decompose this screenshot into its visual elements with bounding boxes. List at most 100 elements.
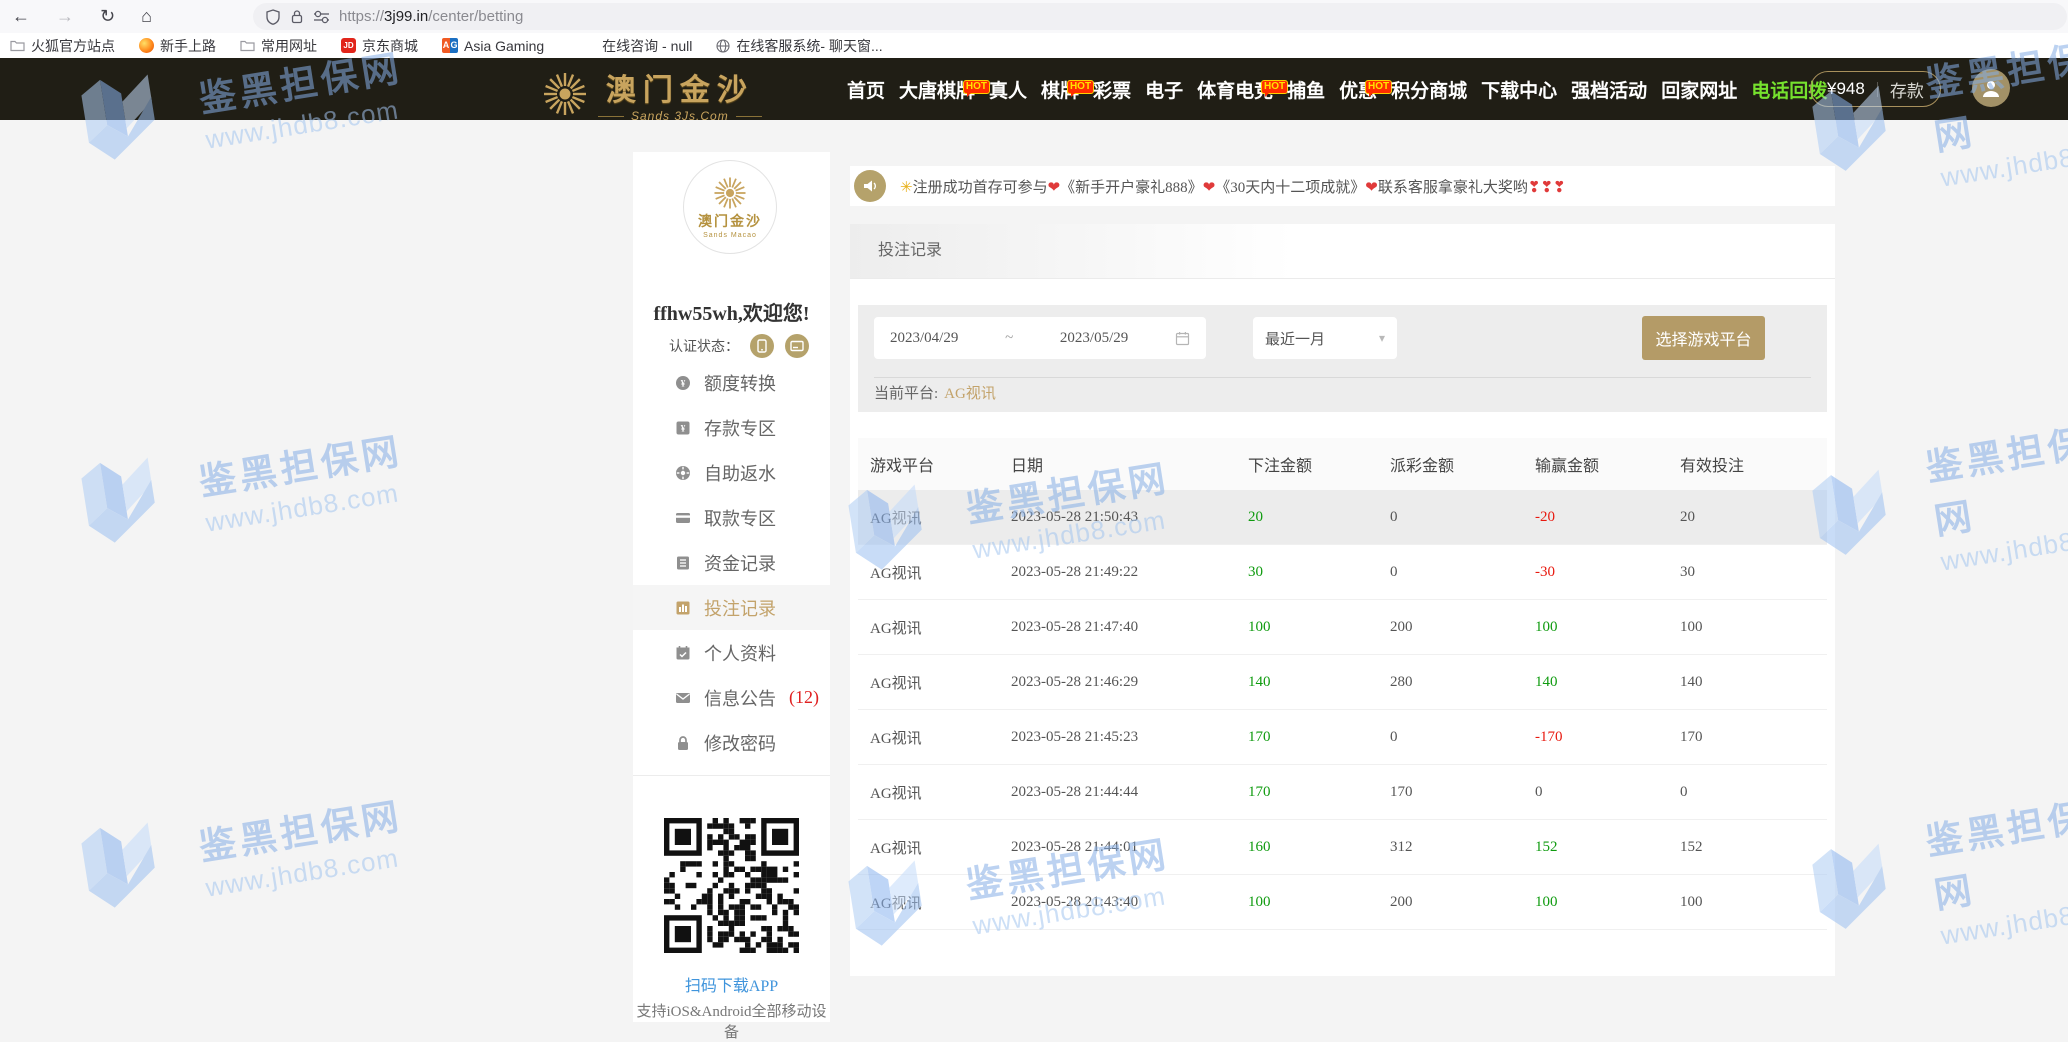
deposit-button[interactable]: 存款 xyxy=(1890,77,1924,102)
watermark-title: 鉴黑担保网 xyxy=(1921,782,2068,919)
nav-item[interactable]: 优惠HOT xyxy=(1332,76,1384,103)
protections-toggle-icon[interactable] xyxy=(313,10,330,24)
watermark-logo-icon xyxy=(69,443,203,569)
url-text: https://3j99.in/center/betting xyxy=(339,8,523,25)
bookmark-item[interactable]: 火狐官方站点 xyxy=(10,36,115,56)
table-row: AG视讯2023-05-28 21:44:4417017000 xyxy=(858,765,1827,820)
column-header: 输赢金额 xyxy=(1523,452,1668,476)
date-cell: 2023-05-28 21:44:44 xyxy=(999,784,1236,801)
payout-cell: 200 xyxy=(1378,619,1523,636)
nav-item-label: 下载中心 xyxy=(1481,81,1557,102)
nav-item-label: 彩票 xyxy=(1093,81,1131,102)
nav-item[interactable]: 电子 xyxy=(1138,76,1190,103)
nav-item[interactable]: 回家网址 xyxy=(1654,76,1744,103)
valid-bet-cell: 140 xyxy=(1668,674,1827,691)
watermark-url: www.jhdb8.com xyxy=(203,476,410,539)
user-avatar[interactable] xyxy=(1972,69,2010,107)
watermark-title: 鉴黑担保网 xyxy=(195,421,406,506)
profile-icon xyxy=(675,645,691,661)
date-cell: 2023-05-28 21:49:22 xyxy=(999,564,1236,581)
winloss-cell: 140 xyxy=(1523,674,1668,691)
valid-bet-cell: 100 xyxy=(1668,619,1827,636)
bookmark-item[interactable]: 新手上路 xyxy=(139,36,216,56)
date-range-input[interactable]: 2023/04/29 ~ 2023/05/29 xyxy=(874,317,1206,359)
nav-item[interactable]: 真人 xyxy=(982,76,1034,103)
sidebar-item-label: 信息公告 xyxy=(704,685,776,711)
watermark-url: www.jhdb8.com xyxy=(1939,516,2068,577)
lock-icon xyxy=(290,9,304,24)
site-logo[interactable]: 澳门金沙 Sands 3Js.Com xyxy=(542,65,762,123)
sidebar-item-deposit[interactable]: ¥存款专区 xyxy=(633,405,830,450)
table-row: AG视讯2023-05-28 21:45:231700-170170 xyxy=(858,710,1827,765)
winloss-cell: 100 xyxy=(1523,894,1668,911)
date-cell: 2023-05-28 21:46:29 xyxy=(999,674,1236,691)
sidebar-item-lock[interactable]: 修改密码 xyxy=(633,720,830,765)
phone-cert-icon[interactable] xyxy=(750,334,774,358)
watermark: 鉴黑担保网www.jhdb8.com xyxy=(1797,408,2068,597)
nav-item[interactable]: 棋牌HOT xyxy=(1034,76,1086,103)
sidebar-item-profile[interactable]: 个人资料 xyxy=(633,630,830,675)
column-header: 下注金额 xyxy=(1236,452,1378,476)
qr-support-note: 支持iOS&Android全部移动设备 xyxy=(633,1000,830,1042)
sidebar-item-withdraw[interactable]: 取款专区 xyxy=(633,495,830,540)
page-title: 投注记录 xyxy=(850,224,1835,279)
winloss-cell: -30 xyxy=(1523,564,1668,581)
sidebar-item-message[interactable]: 信息公告(12) xyxy=(633,675,830,720)
nav-item[interactable]: 首页 xyxy=(840,76,892,103)
bookmark-item[interactable]: JD京东商城 xyxy=(341,36,418,56)
address-bar[interactable]: https://3j99.in/center/betting xyxy=(253,3,2067,30)
table-header-row: 游戏平台日期下注金额派彩金额输赢金额有效投注 xyxy=(858,438,1827,490)
bookmark-label: 新手上路 xyxy=(160,36,216,56)
nav-item[interactable]: 捕鱼 xyxy=(1280,76,1332,103)
bookmark-label: Asia Gaming xyxy=(464,38,544,54)
bookmark-item[interactable]: AGAsia Gaming xyxy=(442,38,544,54)
date-to: 2023/05/29 xyxy=(1060,330,1128,347)
reload-button[interactable]: ↻ xyxy=(100,6,115,27)
forward-button[interactable]: → xyxy=(56,6,74,27)
winloss-cell: -170 xyxy=(1523,729,1668,746)
card-cert-icon[interactable] xyxy=(785,334,809,358)
nav-item[interactable]: 大唐棋牌HOT xyxy=(892,76,982,103)
rebate-icon xyxy=(675,465,691,481)
table-row: AG视讯2023-05-28 21:50:43200-2020 xyxy=(858,490,1827,545)
notice-segment: ❤ xyxy=(1203,180,1216,196)
choose-platform-button[interactable]: 选择游戏平台 xyxy=(1642,316,1765,360)
watermark-url: www.jhdb8.com xyxy=(1939,132,2068,193)
sidebar-item-betting-record[interactable]: 投注记录 xyxy=(633,585,830,630)
notice-segment: ❤ xyxy=(1048,180,1061,196)
sidebar-item-rebate[interactable]: 自助返水 xyxy=(633,450,830,495)
bookmark-item[interactable]: 常用网址 xyxy=(240,36,317,56)
bookmarks-bar: 火狐官方站点 新手上路 常用网址 JD京东商城 AGAsia Gaming 在线咨询 - … xyxy=(0,33,2068,58)
notice-segment: ❣❣❣ xyxy=(1528,180,1566,196)
sidebar-item-exchange[interactable]: ¥额度转换 xyxy=(633,360,830,405)
payout-cell: 280 xyxy=(1378,674,1523,691)
folder-icon xyxy=(10,39,25,52)
back-button[interactable]: ← xyxy=(12,6,30,27)
date-cell: 2023-05-28 21:50:43 xyxy=(999,509,1236,526)
sidebar: 澳门金沙 Sands Macao ffhw55wh,欢迎您! 认证状态： ¥额度… xyxy=(633,152,830,1022)
bookmark-item[interactable]: 在线客服系统- 聊天窗... xyxy=(716,36,882,56)
nav-item[interactable]: 积分商城 xyxy=(1384,76,1474,103)
nav-item[interactable]: 下载中心 xyxy=(1474,76,1564,103)
qr-download-link[interactable]: 扫码下载APP xyxy=(633,972,830,996)
balance-deposit-pill[interactable]: ¥948 存款 xyxy=(1810,71,1941,107)
column-header: 有效投注 xyxy=(1668,452,1827,476)
payout-cell: 0 xyxy=(1378,509,1523,526)
bet-amount-cell: 170 xyxy=(1236,784,1378,801)
bet-amount-cell: 160 xyxy=(1236,839,1378,856)
bookmark-item[interactable]: 在线咨询 - null xyxy=(602,36,692,56)
nav-item[interactable]: 彩票 xyxy=(1086,76,1138,103)
nav-item-label: 回家网址 xyxy=(1661,81,1737,102)
date-range-select[interactable]: 最近一月 ▾ xyxy=(1253,317,1397,359)
notice-text: ✳注册成功首存可参与❤《新手开户豪礼888》❤《30天内十二项成就》❤联系客服拿… xyxy=(900,176,1566,197)
table-row: AG视讯2023-05-28 21:43:40100200100100 xyxy=(858,875,1827,930)
exchange-icon: ¥ xyxy=(675,375,691,391)
watermark-title: 鉴黑担保网 xyxy=(1921,408,2068,545)
column-header: 派彩金额 xyxy=(1378,452,1523,476)
nav-item[interactable]: 强档活动 xyxy=(1564,76,1654,103)
sidebar-item-funds-record[interactable]: 资金记录 xyxy=(633,540,830,585)
svg-text:¥: ¥ xyxy=(681,378,686,388)
platform-cell: AG视讯 xyxy=(858,507,999,528)
home-button[interactable]: ⌂ xyxy=(141,6,152,27)
nav-item[interactable]: 体育电竞HOT xyxy=(1190,76,1280,103)
